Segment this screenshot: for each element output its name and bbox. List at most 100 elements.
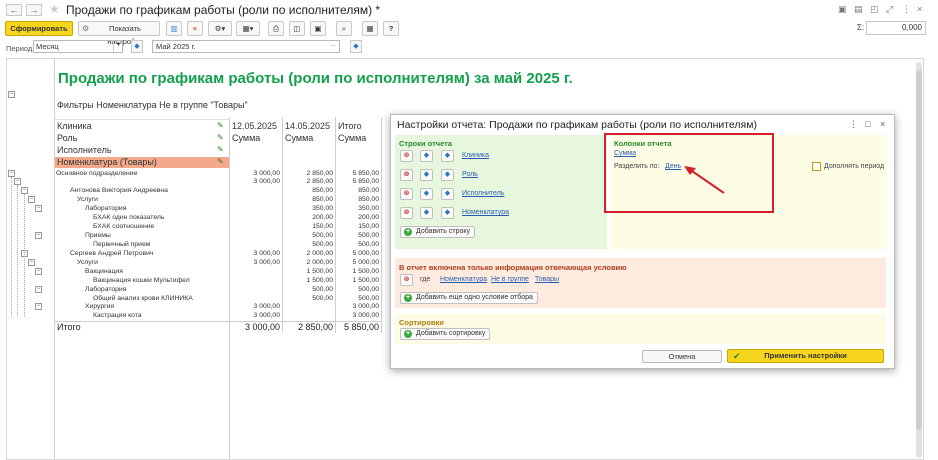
collapse-icon[interactable]: − xyxy=(35,268,42,275)
print-icon[interactable]: ▤ xyxy=(854,4,863,15)
tree-row-label: Услуги xyxy=(77,259,98,266)
variant-button[interactable]: ≡ xyxy=(187,21,203,36)
delete-row-button[interactable]: ⊗ xyxy=(400,207,413,219)
print-button[interactable]: ⎙ xyxy=(268,21,284,36)
move-up-button[interactable]: ◆ xyxy=(420,207,433,219)
collapse-icon[interactable]: − xyxy=(35,303,42,310)
collapse-icon[interactable]: − xyxy=(35,205,42,212)
delete-row-button[interactable]: ⊗ xyxy=(400,188,413,200)
collapse-icon[interactable]: − xyxy=(8,170,15,177)
back-button[interactable]: ← xyxy=(6,4,22,16)
help-button[interactable]: ? xyxy=(383,21,399,36)
delete-row-button[interactable]: ⊗ xyxy=(400,150,413,162)
filter-value-link[interactable]: Товары xyxy=(535,276,559,283)
filter-condition-link[interactable]: Не в группе xyxy=(491,276,529,283)
cell-value: 1 500,00 xyxy=(306,268,333,275)
move-down-icon: ◆ xyxy=(444,171,451,178)
find-button[interactable]: ⌕ xyxy=(336,21,352,36)
cell-value: 850,00 xyxy=(312,187,333,194)
collapse-icon[interactable]: − xyxy=(14,178,21,185)
prev-period-button[interactable]: ◆ xyxy=(131,40,143,53)
settings-menu-button[interactable]: ⚙▾ xyxy=(208,21,232,36)
move-down-icon: ◆ xyxy=(444,190,451,197)
tree-row-label: БХАК один показатель xyxy=(93,214,165,221)
scrollbar-thumb[interactable] xyxy=(916,70,922,430)
link-icon[interactable]: ⤢ xyxy=(886,4,893,15)
move-down-button[interactable]: ◆ xyxy=(441,169,454,181)
collapse-icon[interactable]: − xyxy=(28,259,35,266)
add-sort-button[interactable]: + Добавить сортировку xyxy=(400,328,491,340)
show-settings-button[interactable]: ⚙ Показать настройки xyxy=(78,21,160,46)
add-filter-button[interactable]: + Добавить еще одно условие отбора xyxy=(400,292,538,304)
move-up-button[interactable]: ◆ xyxy=(420,188,433,200)
chart-button[interactable]: ▥ xyxy=(166,21,182,36)
grouping-edit-icon[interactable]: ✎ xyxy=(217,133,224,142)
row-link-executor[interactable]: Исполнитель xyxy=(462,190,504,197)
ellipsis-icon[interactable]: ... xyxy=(330,41,336,48)
collapse-icon[interactable]: − xyxy=(35,232,42,239)
more-icon[interactable]: ⋮ xyxy=(902,4,911,15)
total-value: 2 850,00 xyxy=(297,322,333,332)
grouping-edit-icon[interactable]: ✎ xyxy=(217,121,224,130)
cell-value: 1 500,00 xyxy=(352,268,379,275)
delete-filter-button[interactable]: ⊗ xyxy=(400,274,413,286)
check-icon: ✔ xyxy=(733,351,741,361)
row-link-role[interactable]: Роль xyxy=(462,171,478,178)
favorite-star-icon[interactable]: ★ xyxy=(49,2,60,16)
maximize-icon[interactable]: □ xyxy=(865,119,870,129)
chevron-down-icon[interactable]: ▼ xyxy=(113,40,123,53)
move-down-button[interactable]: ◆ xyxy=(441,207,454,219)
close-icon[interactable]: × xyxy=(880,119,885,129)
more-icon[interactable]: ⋮ xyxy=(849,119,858,130)
next-period-button[interactable]: ◆ xyxy=(350,40,362,53)
filter-field-link[interactable]: Номенклатура xyxy=(440,276,487,283)
delete-icon: ⊗ xyxy=(403,209,410,216)
move-up-icon: ◆ xyxy=(423,152,430,159)
total-value: 5 850,00 xyxy=(343,322,379,332)
cancel-button[interactable]: Отмена xyxy=(642,350,722,363)
variants-menu-button[interactable]: ▦▾ xyxy=(236,21,260,36)
sum-field[interactable]: 0,000 xyxy=(866,21,926,35)
delete-row-button[interactable]: ⊗ xyxy=(400,169,413,181)
row-link-clinic[interactable]: Клиника xyxy=(462,152,489,159)
save-file-button[interactable]: ▣ xyxy=(310,21,326,36)
move-down-button[interactable]: ◆ xyxy=(441,150,454,162)
apply-settings-button[interactable]: ✔ Применить настройки xyxy=(727,349,884,363)
preview-button[interactable]: ◫ xyxy=(289,21,305,36)
grouping-edit-icon[interactable]: ✎ xyxy=(217,145,224,154)
tree-row-label: Услуги xyxy=(77,196,98,203)
move-up-button[interactable]: ◆ xyxy=(420,150,433,162)
period-type-select[interactable]: Месяц xyxy=(33,40,123,53)
tree-line xyxy=(24,194,25,317)
rows-panel-title: Строки отчета xyxy=(399,139,453,148)
cell-value: 150,00 xyxy=(312,223,333,230)
extend-period-checkbox[interactable] xyxy=(812,162,821,171)
collapse-icon[interactable]: − xyxy=(8,91,15,98)
collapse-icon[interactable]: − xyxy=(28,196,35,203)
tree-line xyxy=(17,185,18,317)
period-label: Период: xyxy=(6,44,35,53)
search-doc-icon[interactable]: ◰ xyxy=(870,4,879,15)
save-icon[interactable]: ▣ xyxy=(838,4,847,15)
sort-panel-title: Сортировки xyxy=(399,318,444,327)
column-date-1: 12.05.2025 xyxy=(232,121,278,131)
add-row-button[interactable]: + Добавить строку xyxy=(400,226,476,238)
plus-icon: + xyxy=(404,330,412,338)
form-report-button[interactable]: Сформировать xyxy=(5,21,73,36)
collapse-icon[interactable]: − xyxy=(35,286,42,293)
collapse-icon[interactable]: − xyxy=(21,187,28,194)
close-window-icon[interactable]: × xyxy=(917,4,922,14)
grouping-edit-icon[interactable]: ✎ xyxy=(217,157,224,166)
calculator-button[interactable]: ▦ xyxy=(362,21,378,36)
forward-button[interactable]: → xyxy=(26,4,42,16)
cell-value: 500,00 xyxy=(358,232,379,239)
grouping-clinic: Клиника xyxy=(57,121,92,131)
tree-row-label: Вакцинация кошки Мультифел xyxy=(93,277,190,284)
period-value-field[interactable]: Май 2025 г. xyxy=(152,40,340,53)
move-up-button[interactable]: ◆ xyxy=(420,169,433,181)
floppy-icon: ▣ xyxy=(314,24,322,33)
move-down-button[interactable]: ◆ xyxy=(441,188,454,200)
row-link-nomenclature[interactable]: Номенклатура xyxy=(462,209,509,216)
cell-value: 850,00 xyxy=(358,187,379,194)
cell-value: 500,00 xyxy=(312,295,333,302)
